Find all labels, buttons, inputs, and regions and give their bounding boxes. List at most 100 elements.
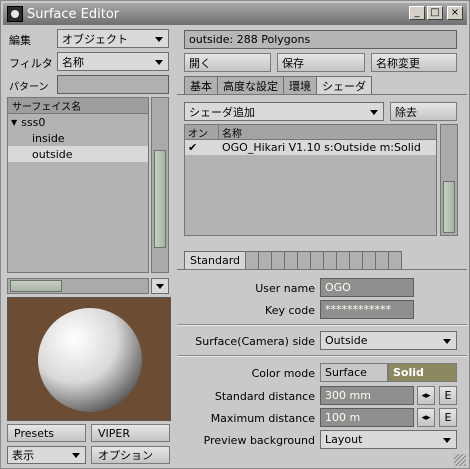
tab-blank[interactable] [297, 251, 312, 269]
tab-blank[interactable] [362, 251, 377, 269]
tab-blank[interactable] [271, 251, 286, 269]
sub-tab-underline [177, 269, 467, 270]
user-name-input[interactable]: OGO [320, 278, 414, 297]
tree-hscroll-thumb[interactable] [10, 280, 62, 292]
display-dropdown[interactable]: 表示 [7, 446, 86, 464]
tab-standard[interactable]: Standard [184, 251, 247, 269]
presets-button[interactable]: Presets [7, 424, 86, 442]
maximum-distance-input[interactable]: 100 m [320, 408, 414, 427]
surface-side-value: Outside [325, 334, 368, 347]
tab-blank[interactable] [388, 251, 403, 269]
key-code-input[interactable]: ************ [320, 300, 414, 319]
shader-list-header: オン 名称 [185, 125, 436, 140]
close-button[interactable]: × [447, 6, 463, 20]
surface-editor-window: Surface Editor _ □ × 編集 オブジェクト フィルタ 名称 パ… [0, 0, 470, 469]
preview-background-dropdown[interactable]: Layout [320, 430, 457, 449]
surface-side-dropdown[interactable]: Outside [320, 331, 457, 350]
rename-button[interactable]: 名称変更 [371, 53, 457, 72]
shader-name: OGO_Hikari V1.10 s:Outside m:Solid [222, 141, 421, 154]
options-button[interactable]: オプション [91, 446, 170, 464]
tree-item-label: sss0 [21, 115, 46, 129]
key-code-label: Key code [265, 304, 315, 317]
preview-background-value: Layout [325, 433, 363, 446]
chevron-down-icon [156, 284, 164, 289]
filter-label: フィルタ [9, 57, 53, 70]
edit-label: 編集 [9, 34, 31, 47]
surface-info: outside: 288 Polygons [184, 30, 457, 49]
pattern-label: パターン [9, 82, 49, 93]
tab-blank[interactable] [375, 251, 390, 269]
surface-preview[interactable] [7, 297, 171, 421]
display-dropdown-label: 表示 [12, 449, 34, 462]
shader-list-scrollbar[interactable] [440, 124, 458, 236]
standard-distance-input[interactable]: 300 mm [320, 386, 414, 405]
chevron-down-icon [72, 453, 80, 458]
shader-row[interactable]: ✔ OGO_Hikari V1.10 s:Outside m:Solid [185, 140, 436, 155]
surface-tree: サーフェイス名 ▼ sss0 inside outside [7, 97, 149, 273]
maximize-button[interactable]: □ [427, 6, 443, 20]
window-title: Surface Editor [27, 6, 120, 22]
viper-button[interactable]: VIPER [91, 424, 170, 442]
tree-item-outside[interactable]: outside [8, 146, 148, 162]
add-shader-dropdown[interactable]: シェーダ追加 [184, 102, 384, 121]
col-name: 名称 [222, 128, 242, 140]
drag-arrows-icon[interactable]: ◂▸ [417, 408, 435, 427]
shader-enabled-check[interactable]: ✔ [185, 140, 219, 155]
color-mode-surface[interactable]: Surface [320, 363, 388, 382]
title-bar[interactable]: Surface Editor _ □ × [3, 3, 467, 25]
shader-list: オン 名称 ✔ OGO_Hikari V1.10 s:Outside m:Sol… [184, 124, 437, 236]
app-icon [7, 6, 23, 22]
tab-blank[interactable] [323, 251, 338, 269]
tab-advanced[interactable]: 高度な設定 [217, 76, 284, 94]
tab-blank[interactable] [258, 251, 273, 269]
maximum-distance-label: Maximum distance [210, 412, 315, 425]
tab-underline [177, 94, 467, 95]
standard-distance-label: Standard distance [214, 390, 315, 403]
divider [177, 355, 467, 357]
envelope-button[interactable]: E [439, 408, 457, 427]
tree-scroll-thumb[interactable] [154, 150, 166, 248]
tree-item-label: inside [32, 131, 65, 145]
tree-item-sss0[interactable]: ▼ sss0 [8, 114, 148, 130]
tab-blank[interactable] [336, 251, 351, 269]
tab-shader[interactable]: シェーダ [316, 76, 372, 94]
col-on: オン [185, 125, 219, 140]
edit-dropdown[interactable]: オブジェクト [57, 29, 169, 48]
surface-side-label: Surface(Camera) side [195, 335, 315, 348]
tree-vertical-scrollbar[interactable] [151, 97, 169, 273]
color-mode-label: Color mode [251, 367, 315, 380]
main-tabs: 基本 高度な設定 環境 シェーダ [184, 76, 372, 94]
shader-scroll-thumb[interactable] [443, 181, 455, 233]
divider [177, 324, 467, 326]
tree-item-inside[interactable]: inside [8, 130, 148, 146]
envelope-button[interactable]: E [439, 386, 457, 405]
add-shader-label: シェーダ追加 [189, 105, 255, 119]
preview-sphere [8, 298, 170, 420]
edit-dropdown-value: オブジェクト [62, 32, 128, 46]
chevron-down-icon [155, 59, 163, 65]
filter-dropdown-value: 名称 [62, 55, 84, 69]
open-button[interactable]: 開く [184, 53, 271, 72]
tab-basic[interactable]: 基本 [184, 76, 218, 94]
resize-grip-icon[interactable] [454, 454, 466, 466]
chevron-down-icon [370, 109, 378, 115]
tab-environment[interactable]: 環境 [283, 76, 317, 94]
remove-shader-button[interactable]: 除去 [390, 102, 457, 121]
filter-dropdown[interactable]: 名称 [57, 52, 169, 71]
minimize-button[interactable]: _ [409, 6, 425, 20]
color-mode-solid[interactable]: Solid [388, 363, 457, 382]
tab-blank[interactable] [245, 251, 260, 269]
drag-arrows-icon[interactable]: ◂▸ [417, 386, 435, 405]
save-button[interactable]: 保存 [277, 53, 365, 72]
expand-triangle-icon[interactable]: ▼ [11, 118, 17, 127]
tab-blank[interactable] [310, 251, 325, 269]
preview-background-label: Preview background [203, 434, 315, 447]
tree-header: サーフェイス名 [8, 98, 148, 114]
tree-horizontal-scrollbar[interactable] [7, 278, 149, 294]
preview-menu-button[interactable] [151, 278, 169, 294]
tab-blank[interactable] [284, 251, 299, 269]
chevron-down-icon [155, 36, 163, 42]
tab-blank[interactable] [349, 251, 364, 269]
chevron-down-icon [443, 437, 451, 443]
pattern-input[interactable] [57, 75, 169, 94]
